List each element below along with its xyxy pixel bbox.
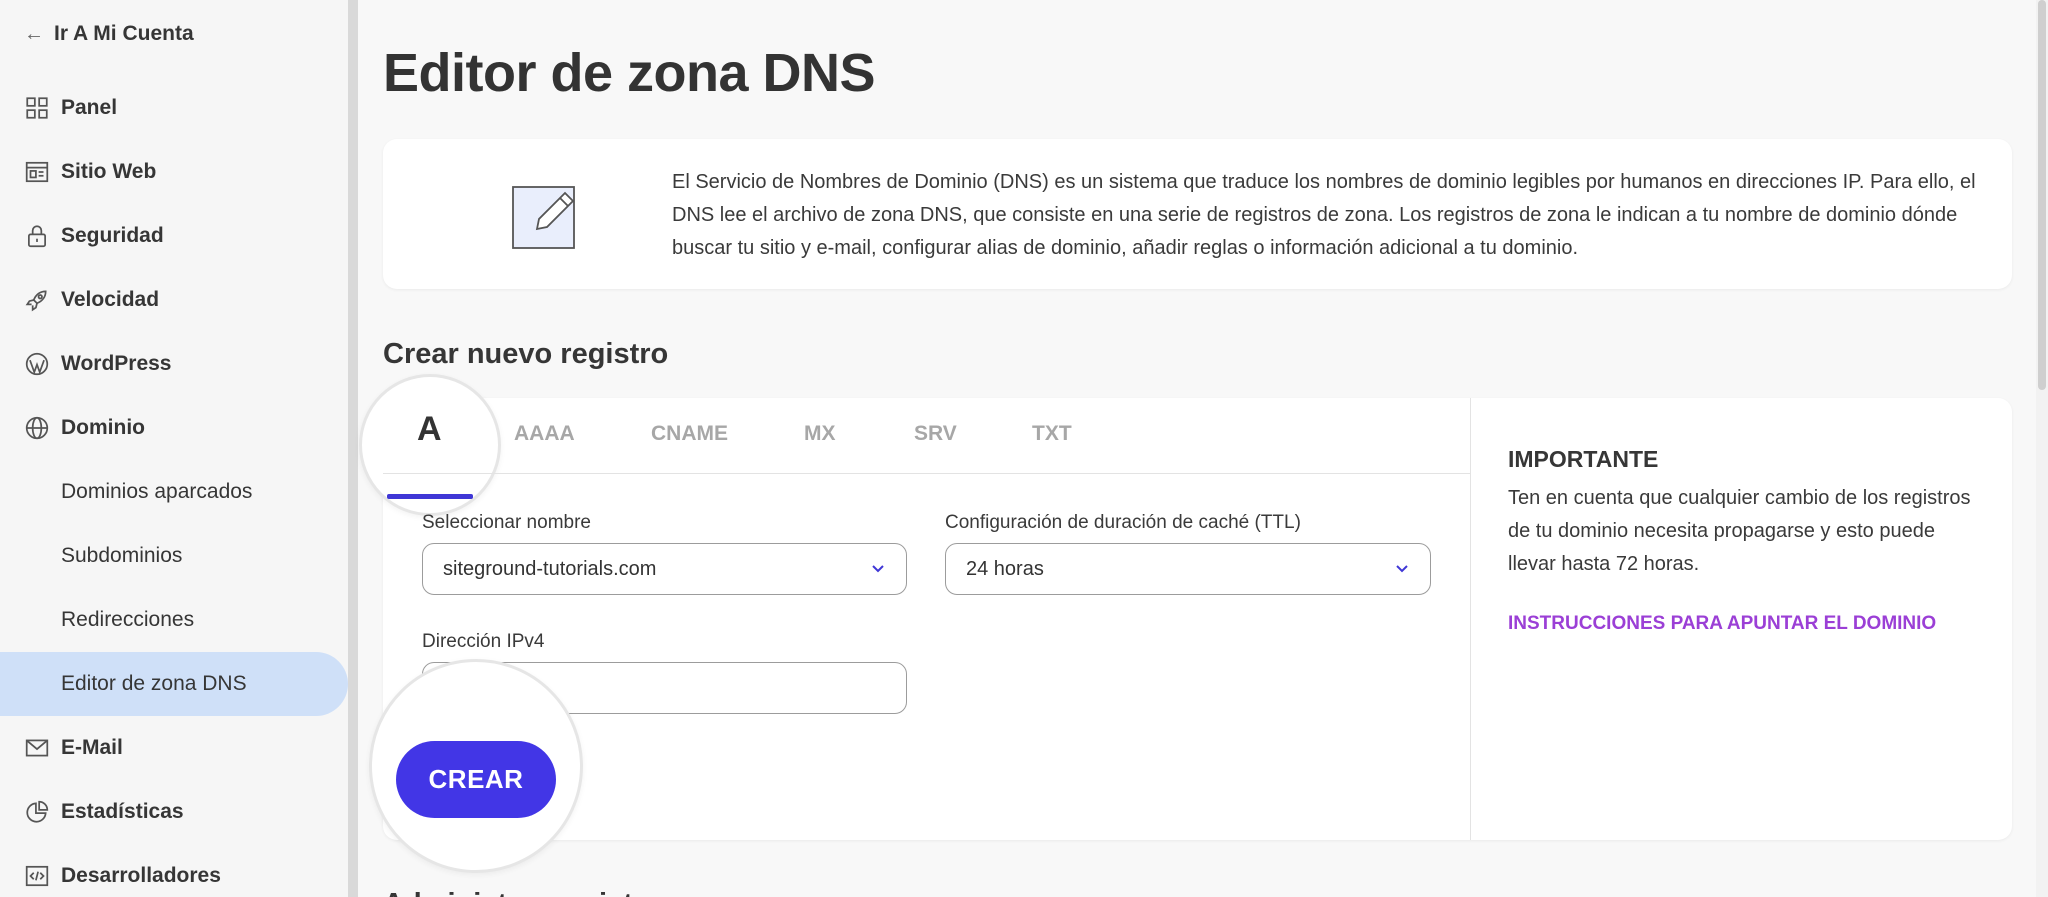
card-divider [1470, 398, 1471, 840]
important-text: Ten en cuenta que cualquier cambio de lo… [1508, 487, 1971, 575]
chevron-down-icon [1392, 558, 1412, 578]
info-card: El Servicio de Nombres de Dominio (DNS) … [383, 139, 2012, 289]
lock-icon [24, 223, 50, 249]
name-select[interactable]: siteground-tutorials.com [422, 543, 907, 595]
chevron-down-icon [868, 558, 888, 578]
back-label: Ir A Mi Cuenta [54, 22, 194, 45]
grid-icon [24, 95, 50, 121]
back-to-account-link[interactable]: ← Ir A Mi Cuenta [24, 22, 194, 46]
sidebar-item-label: E-Mail [61, 736, 123, 759]
sidebar-item-label: Dominio [61, 416, 145, 439]
tab-txt[interactable]: TXT [1032, 422, 1072, 446]
dns-description: El Servicio de Nombres de Dominio (DNS) … [672, 171, 1976, 259]
mail-icon [24, 735, 50, 761]
sidebar-item-statistics[interactable]: Estadísticas [0, 780, 348, 844]
sidebar-item-developers[interactable]: Desarrolladores [0, 844, 348, 897]
domain-pointing-instructions-link[interactable]: INSTRUCCIONES PARA APUNTAR EL DOMINIO [1508, 613, 1936, 635]
tab-cname[interactable]: CNAME [651, 422, 728, 446]
sidebar-item-label: Velocidad [61, 288, 160, 311]
name-label: Seleccionar nombre [422, 512, 591, 533]
sidebar-item-label: Sitio Web [61, 160, 157, 183]
sidebar-item-email[interactable]: E-Mail [0, 716, 348, 780]
sidebar-item-label: Estadísticas [61, 800, 184, 823]
tabs-divider [383, 473, 1470, 474]
globe-icon [24, 415, 50, 441]
edit-document-icon [507, 179, 583, 251]
page-title: Editor de zona DNS [383, 43, 876, 103]
code-icon [24, 863, 50, 889]
tab-a[interactable]: A [417, 410, 442, 449]
tab-srv[interactable]: SRV [914, 422, 957, 446]
sidebar-item-domain[interactable]: Dominio [0, 396, 348, 460]
pie-chart-icon [24, 799, 50, 825]
section-title: Crear nuevo registro [383, 338, 669, 370]
website-icon [24, 159, 50, 185]
sidebar-item-label: Seguridad [61, 224, 164, 247]
ttl-label: Configuración de duración de caché (TTL) [945, 512, 1301, 533]
ipv4-label: Dirección IPv4 [422, 631, 545, 652]
main-scrollbar-thumb[interactable] [2038, 0, 2046, 390]
tab-aaaa[interactable]: AAAA [514, 422, 575, 446]
wordpress-icon [24, 351, 50, 377]
ttl-select-value: 24 horas [966, 557, 1044, 580]
sidebar-item-panel[interactable]: Panel [0, 76, 348, 140]
sidebar-item-website[interactable]: Sitio Web [0, 140, 348, 204]
active-tab-indicator [387, 494, 473, 499]
important-title: IMPORTANTE [1508, 446, 1659, 472]
create-button[interactable]: CREAR [396, 741, 556, 818]
ttl-select[interactable]: 24 horas [945, 543, 1431, 595]
sidebar-subitem-dns-zone-editor[interactable]: Editor de zona DNS [0, 652, 348, 716]
create-record-card: A AAAA CNAME MX SRV TXT Seleccionar nomb… [359, 374, 2012, 873]
sidebar-subitem-parked-domains[interactable]: Dominios aparcados [0, 460, 348, 524]
sidebar-item-label: WordPress [61, 352, 172, 375]
tab-mx[interactable]: MX [804, 422, 836, 446]
name-select-value: siteground-tutorials.com [443, 557, 657, 580]
sidebar-item-security[interactable]: Seguridad [0, 204, 348, 268]
sidebar: ← Ir A Mi Cuenta Panel Sitio Web Segurid… [0, 0, 348, 897]
arrow-left-icon: ← [24, 22, 44, 45]
sidebar-scrollbar[interactable] [348, 0, 358, 897]
rocket-icon [24, 287, 50, 313]
next-section-title: Administrar registros [383, 888, 678, 897]
sidebar-item-label: Desarrolladores [61, 864, 221, 887]
sidebar-subitem-subdomains[interactable]: Subdominios [0, 524, 348, 588]
sidebar-item-label: Panel [61, 96, 118, 119]
sidebar-item-speed[interactable]: Velocidad [0, 268, 348, 332]
sidebar-item-wordpress[interactable]: WordPress [0, 332, 348, 396]
sidebar-subitem-redirects[interactable]: Redirecciones [0, 588, 348, 652]
